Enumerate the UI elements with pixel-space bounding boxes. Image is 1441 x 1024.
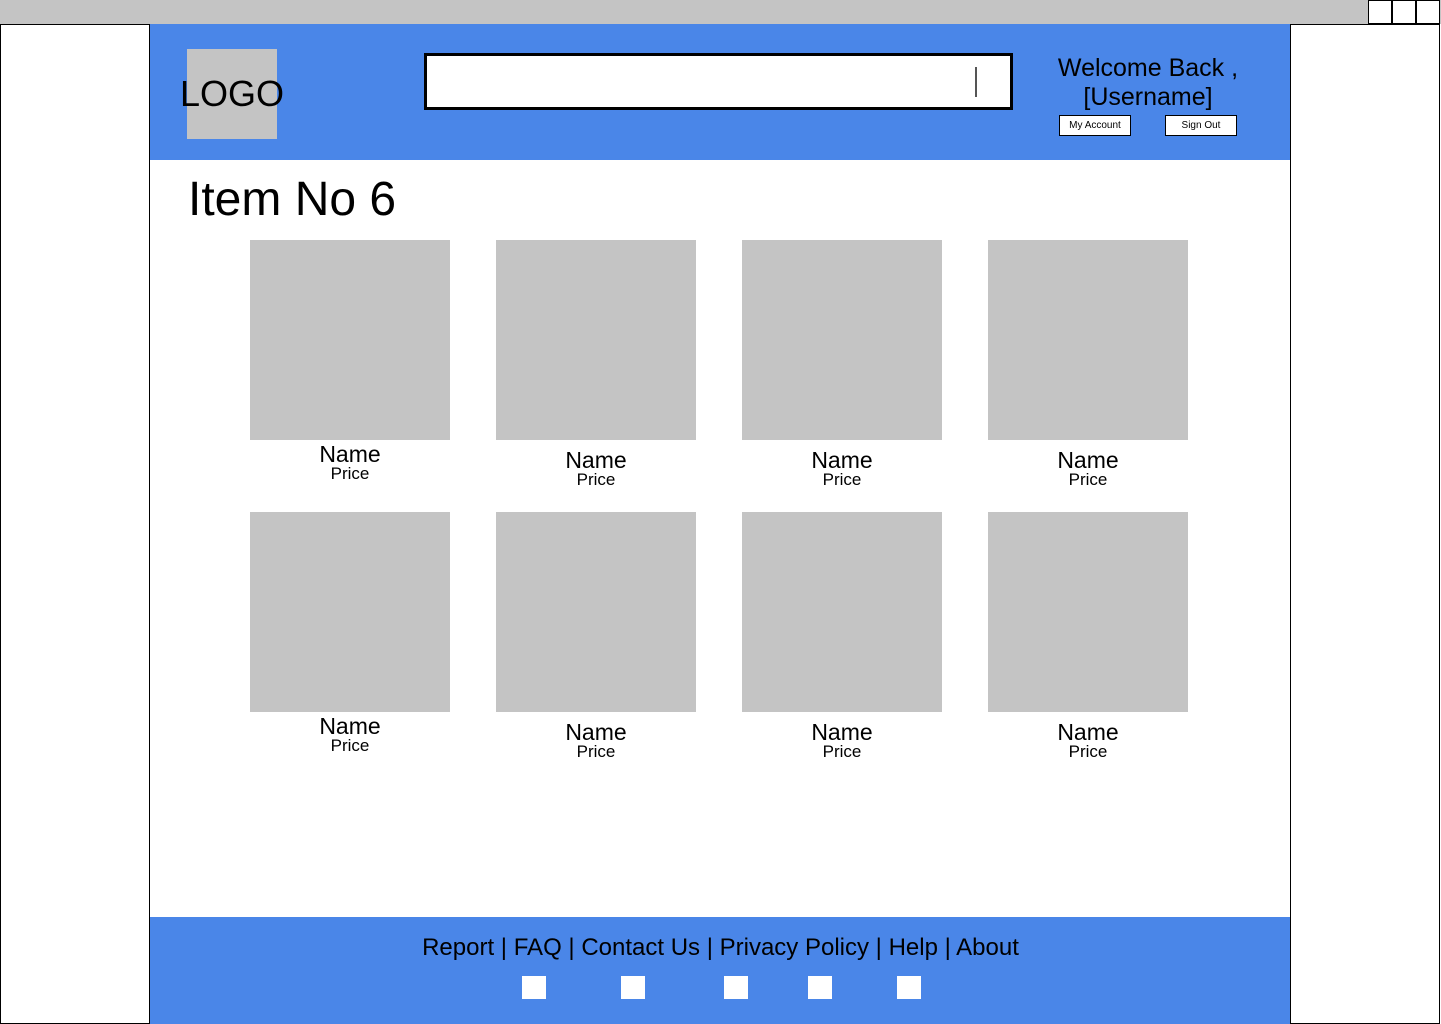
page-title: Item No 6 — [188, 173, 397, 226]
product-name: Name — [565, 447, 627, 473]
footer-link-report[interactable]: Report — [422, 934, 494, 961]
product-price: Price — [576, 470, 616, 489]
footer-separator: | — [700, 934, 720, 961]
footer-link-privacy-policy[interactable]: Privacy Policy — [720, 934, 869, 961]
welcome-message: Welcome Back , [Username] — [1050, 54, 1246, 112]
product-image[interactable] — [988, 240, 1188, 440]
logo-text: LOGO — [179, 73, 285, 114]
footer-link-help[interactable]: Help — [889, 934, 938, 961]
product-price: Price — [822, 742, 862, 761]
product-price: Price — [1068, 470, 1108, 489]
social-icon-2[interactable] — [621, 976, 645, 999]
product-card[interactable]: Name Price — [496, 512, 696, 760]
product-name: Name — [811, 447, 873, 473]
product-price: Price — [1068, 742, 1108, 761]
product-name: Name — [319, 713, 381, 739]
product-image[interactable] — [250, 240, 450, 440]
my-account-button[interactable]: My Account — [1059, 115, 1131, 136]
right-gutter — [1290, 24, 1440, 1024]
window-titlebar — [0, 0, 1441, 24]
product-card[interactable]: Name Price — [496, 240, 696, 488]
maximize-window-button[interactable] — [1392, 0, 1416, 24]
product-card[interactable]: Name Price — [988, 240, 1188, 488]
product-price: Price — [330, 736, 370, 755]
minimize-window-button[interactable] — [1368, 0, 1392, 24]
text-cursor — [975, 67, 977, 97]
social-icon-4[interactable] — [808, 976, 832, 999]
product-name: Name — [811, 719, 873, 745]
footer-links: Report | FAQ | Contact Us | Privacy Poli… — [0, 932, 1441, 964]
footer-separator: | — [937, 934, 957, 961]
product-card[interactable]: Name Price — [250, 512, 450, 754]
footer-separator: | — [494, 934, 514, 961]
footer-link-faq[interactable]: FAQ — [514, 934, 562, 961]
social-icon-5[interactable] — [897, 976, 921, 999]
sign-out-button[interactable]: Sign Out — [1165, 115, 1237, 136]
product-price: Price — [576, 742, 616, 761]
product-price: Price — [822, 470, 862, 489]
footer-link-about[interactable]: About — [956, 934, 1019, 961]
product-image[interactable] — [496, 512, 696, 712]
search-input[interactable] — [424, 53, 1013, 110]
site-logo[interactable]: LOGO — [180, 49, 284, 139]
product-image[interactable] — [742, 512, 942, 712]
product-image[interactable] — [250, 512, 450, 712]
product-name: Name — [565, 719, 627, 745]
social-icon-3[interactable] — [724, 976, 748, 999]
welcome-username: [Username] — [1083, 83, 1213, 111]
left-gutter — [0, 24, 150, 1024]
product-price: Price — [330, 464, 370, 483]
product-card[interactable]: Name Price — [742, 240, 942, 488]
product-name: Name — [1057, 719, 1119, 745]
product-card[interactable]: Name Price — [742, 512, 942, 760]
footer-link-contact-us[interactable]: Contact Us — [581, 934, 700, 961]
product-image[interactable] — [988, 512, 1188, 712]
social-icon-1[interactable] — [522, 976, 546, 999]
footer-separator: | — [868, 934, 889, 961]
product-name: Name — [319, 441, 381, 467]
welcome-greeting: Welcome Back , — [1057, 54, 1239, 82]
footer-separator: | — [561, 934, 582, 961]
product-name: Name — [1057, 447, 1119, 473]
close-window-button[interactable] — [1416, 0, 1440, 24]
product-card[interactable]: Name Price — [988, 512, 1188, 760]
product-image[interactable] — [496, 240, 696, 440]
product-image[interactable] — [742, 240, 942, 440]
product-card[interactable]: Name Price — [250, 240, 450, 482]
